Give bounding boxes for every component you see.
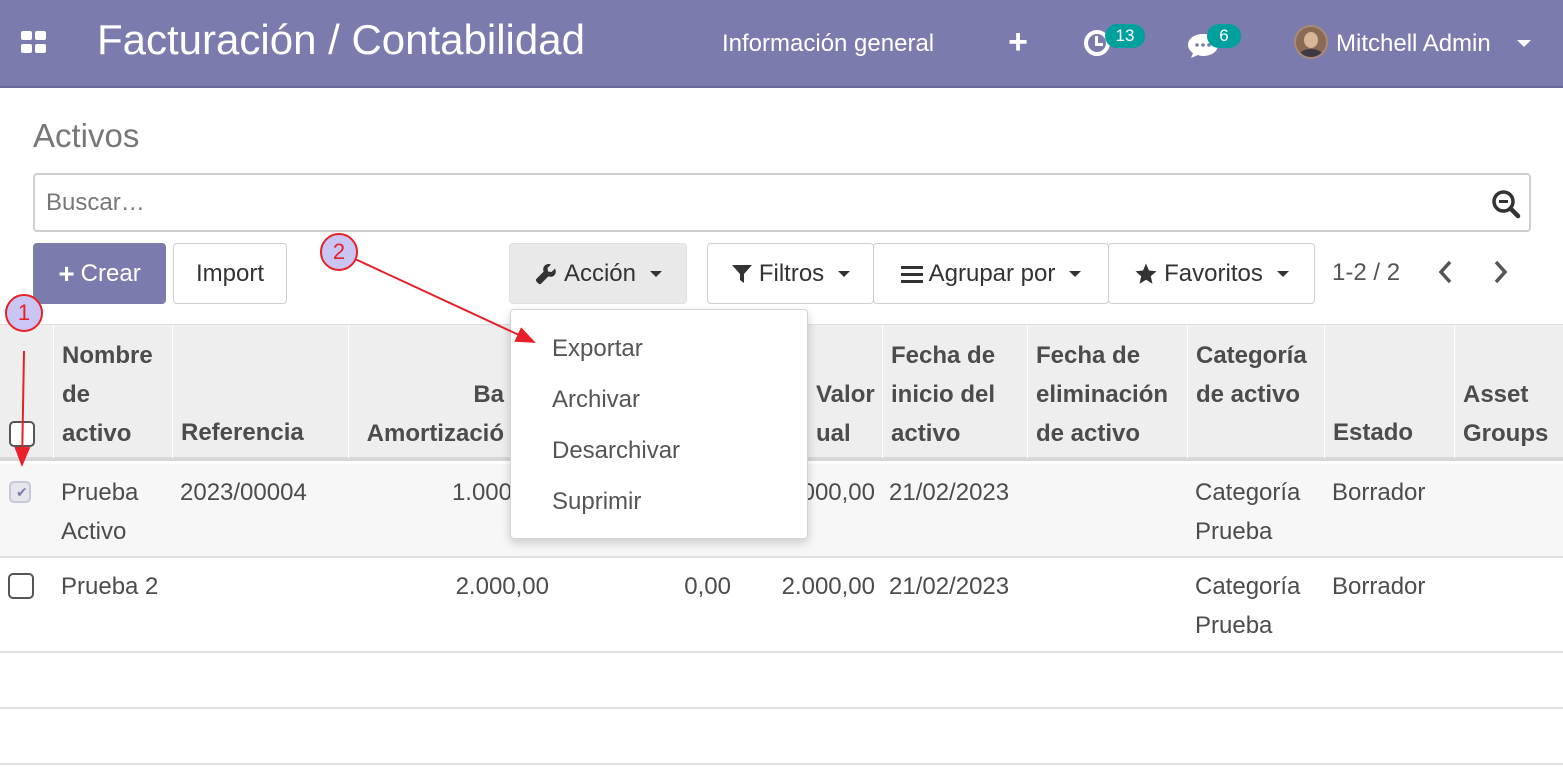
filters-button[interactable]: Filtros [707, 243, 874, 304]
cell-state: Borrador [1332, 479, 1426, 506]
cell-depreciation-base: 2.000,00 [455, 573, 549, 600]
cell-depreciation-base: 1.000 [451, 479, 512, 506]
favorites-caret-icon [1276, 270, 1289, 277]
message-count-badge: 6 [1207, 24, 1241, 48]
cell-start-date: 21/02/2023 [889, 573, 1010, 600]
create-button[interactable]: + Crear [33, 243, 166, 304]
chevron-left-icon[interactable] [1434, 258, 1458, 286]
action-dropdown-button[interactable]: Acción [509, 243, 687, 304]
menu-item-archive[interactable]: Archivar [552, 386, 640, 414]
header-disposal-date[interactable]: Fecha de eliminación de activo [1028, 325, 1188, 458]
import-button[interactable]: Import [173, 243, 287, 304]
cell-reference: 2023/00004 [180, 479, 307, 506]
header-category[interactable]: Categoría de activo [1188, 325, 1325, 458]
breadcrumb: Activos [33, 117, 140, 154]
table-row[interactable]: Prueba 2 2.000,00 0,00 2.000,00 21/02/20… [0, 559, 1563, 653]
cell-start-date: 21/02/2023 [889, 479, 1010, 506]
cell-category: Categoría Prueba [1195, 573, 1301, 639]
top-navbar: Facturación / Contabilidad Información g… [0, 0, 1563, 88]
header-book-value-line2: ual [816, 420, 851, 447]
header-reference-label: Referencia [181, 419, 304, 446]
header-reference[interactable]: Referencia [173, 325, 349, 458]
cell-depreciated: 0,00 [684, 573, 731, 600]
header-book-value-line1: Valor [816, 381, 875, 408]
user-menu-caret-icon[interactable] [1517, 40, 1531, 47]
plus-icon: + [58, 257, 75, 289]
header-state[interactable]: Estado [1325, 325, 1455, 458]
action-caret-icon [650, 270, 663, 277]
activity-count-badge: 13 [1105, 24, 1145, 48]
list-bars-icon [900, 265, 923, 283]
star-icon [1135, 263, 1157, 284]
header-state-label: Estado [1333, 419, 1414, 446]
user-menu-name[interactable]: Mitchell Admin [1336, 30, 1491, 58]
pager-value[interactable]: 1-2 / 2 [1332, 259, 1400, 287]
header-start-date[interactable]: Fecha de inicio del activo [883, 325, 1028, 458]
menu-item-export[interactable]: Exportar [552, 335, 643, 363]
cell-asset-name: Prueba Activo [61, 479, 139, 545]
row-select-checkbox[interactable] [9, 481, 31, 503]
cell-book-value: 2.000,00 [781, 573, 875, 600]
header-depreciation-base-line1: Ba [473, 381, 504, 408]
header-select-cell [0, 325, 54, 458]
action-button-label: Acción [563, 259, 637, 287]
header-asset-name[interactable]: Nombre de activo [54, 325, 173, 458]
create-button-label: Crear [80, 259, 141, 287]
quick-create-plus-icon[interactable]: + [1005, 25, 1031, 59]
menu-item-unarchive[interactable]: Desarchivar [552, 437, 680, 465]
filters-caret-icon [838, 270, 851, 277]
header-depreciation-base-line2: Amortizació [366, 420, 504, 447]
search-input[interactable] [46, 188, 1446, 218]
annotation-step-1: 1 [5, 294, 43, 332]
group-by-button[interactable]: Agrupar por [873, 243, 1109, 304]
apps-menu-icon[interactable] [21, 31, 47, 53]
favorites-button[interactable]: Favoritos [1108, 243, 1315, 304]
annotation-step-2: 2 [320, 233, 358, 271]
cell-asset-name: Prueba 2 [61, 573, 159, 600]
cell-state: Borrador [1332, 573, 1426, 600]
favorites-button-label: Favoritos [1164, 259, 1263, 287]
select-all-checkbox[interactable] [9, 421, 35, 447]
filters-button-label: Filtros [758, 259, 825, 287]
group-by-caret-icon [1069, 270, 1082, 277]
empty-row [0, 710, 1563, 765]
menu-item-overview[interactable]: Información general [722, 30, 934, 58]
wrench-icon [535, 263, 556, 284]
import-button-label: Import [195, 259, 264, 287]
menu-item-delete[interactable]: Suprimir [552, 488, 641, 516]
app-title[interactable]: Facturación / Contabilidad [97, 16, 585, 64]
user-avatar[interactable] [1294, 25, 1328, 59]
filter-funnel-icon [731, 264, 752, 283]
action-dropdown-menu: Exportar Archivar Desarchivar Suprimir [510, 309, 808, 539]
search-icon[interactable] [1491, 189, 1521, 219]
header-depreciation-base[interactable]: Ba Amortizació [349, 325, 513, 458]
cell-category: Categoría Prueba [1195, 479, 1301, 545]
header-asset-groups[interactable]: Asset Groups [1455, 325, 1563, 458]
search-bar [33, 173, 1531, 232]
group-by-button-label: Agrupar por [928, 259, 1056, 287]
header-book-value[interactable]: Valor ual [808, 325, 883, 458]
empty-row [0, 654, 1563, 709]
row-select-checkbox[interactable] [8, 573, 34, 599]
chevron-right-icon[interactable] [1488, 258, 1512, 286]
